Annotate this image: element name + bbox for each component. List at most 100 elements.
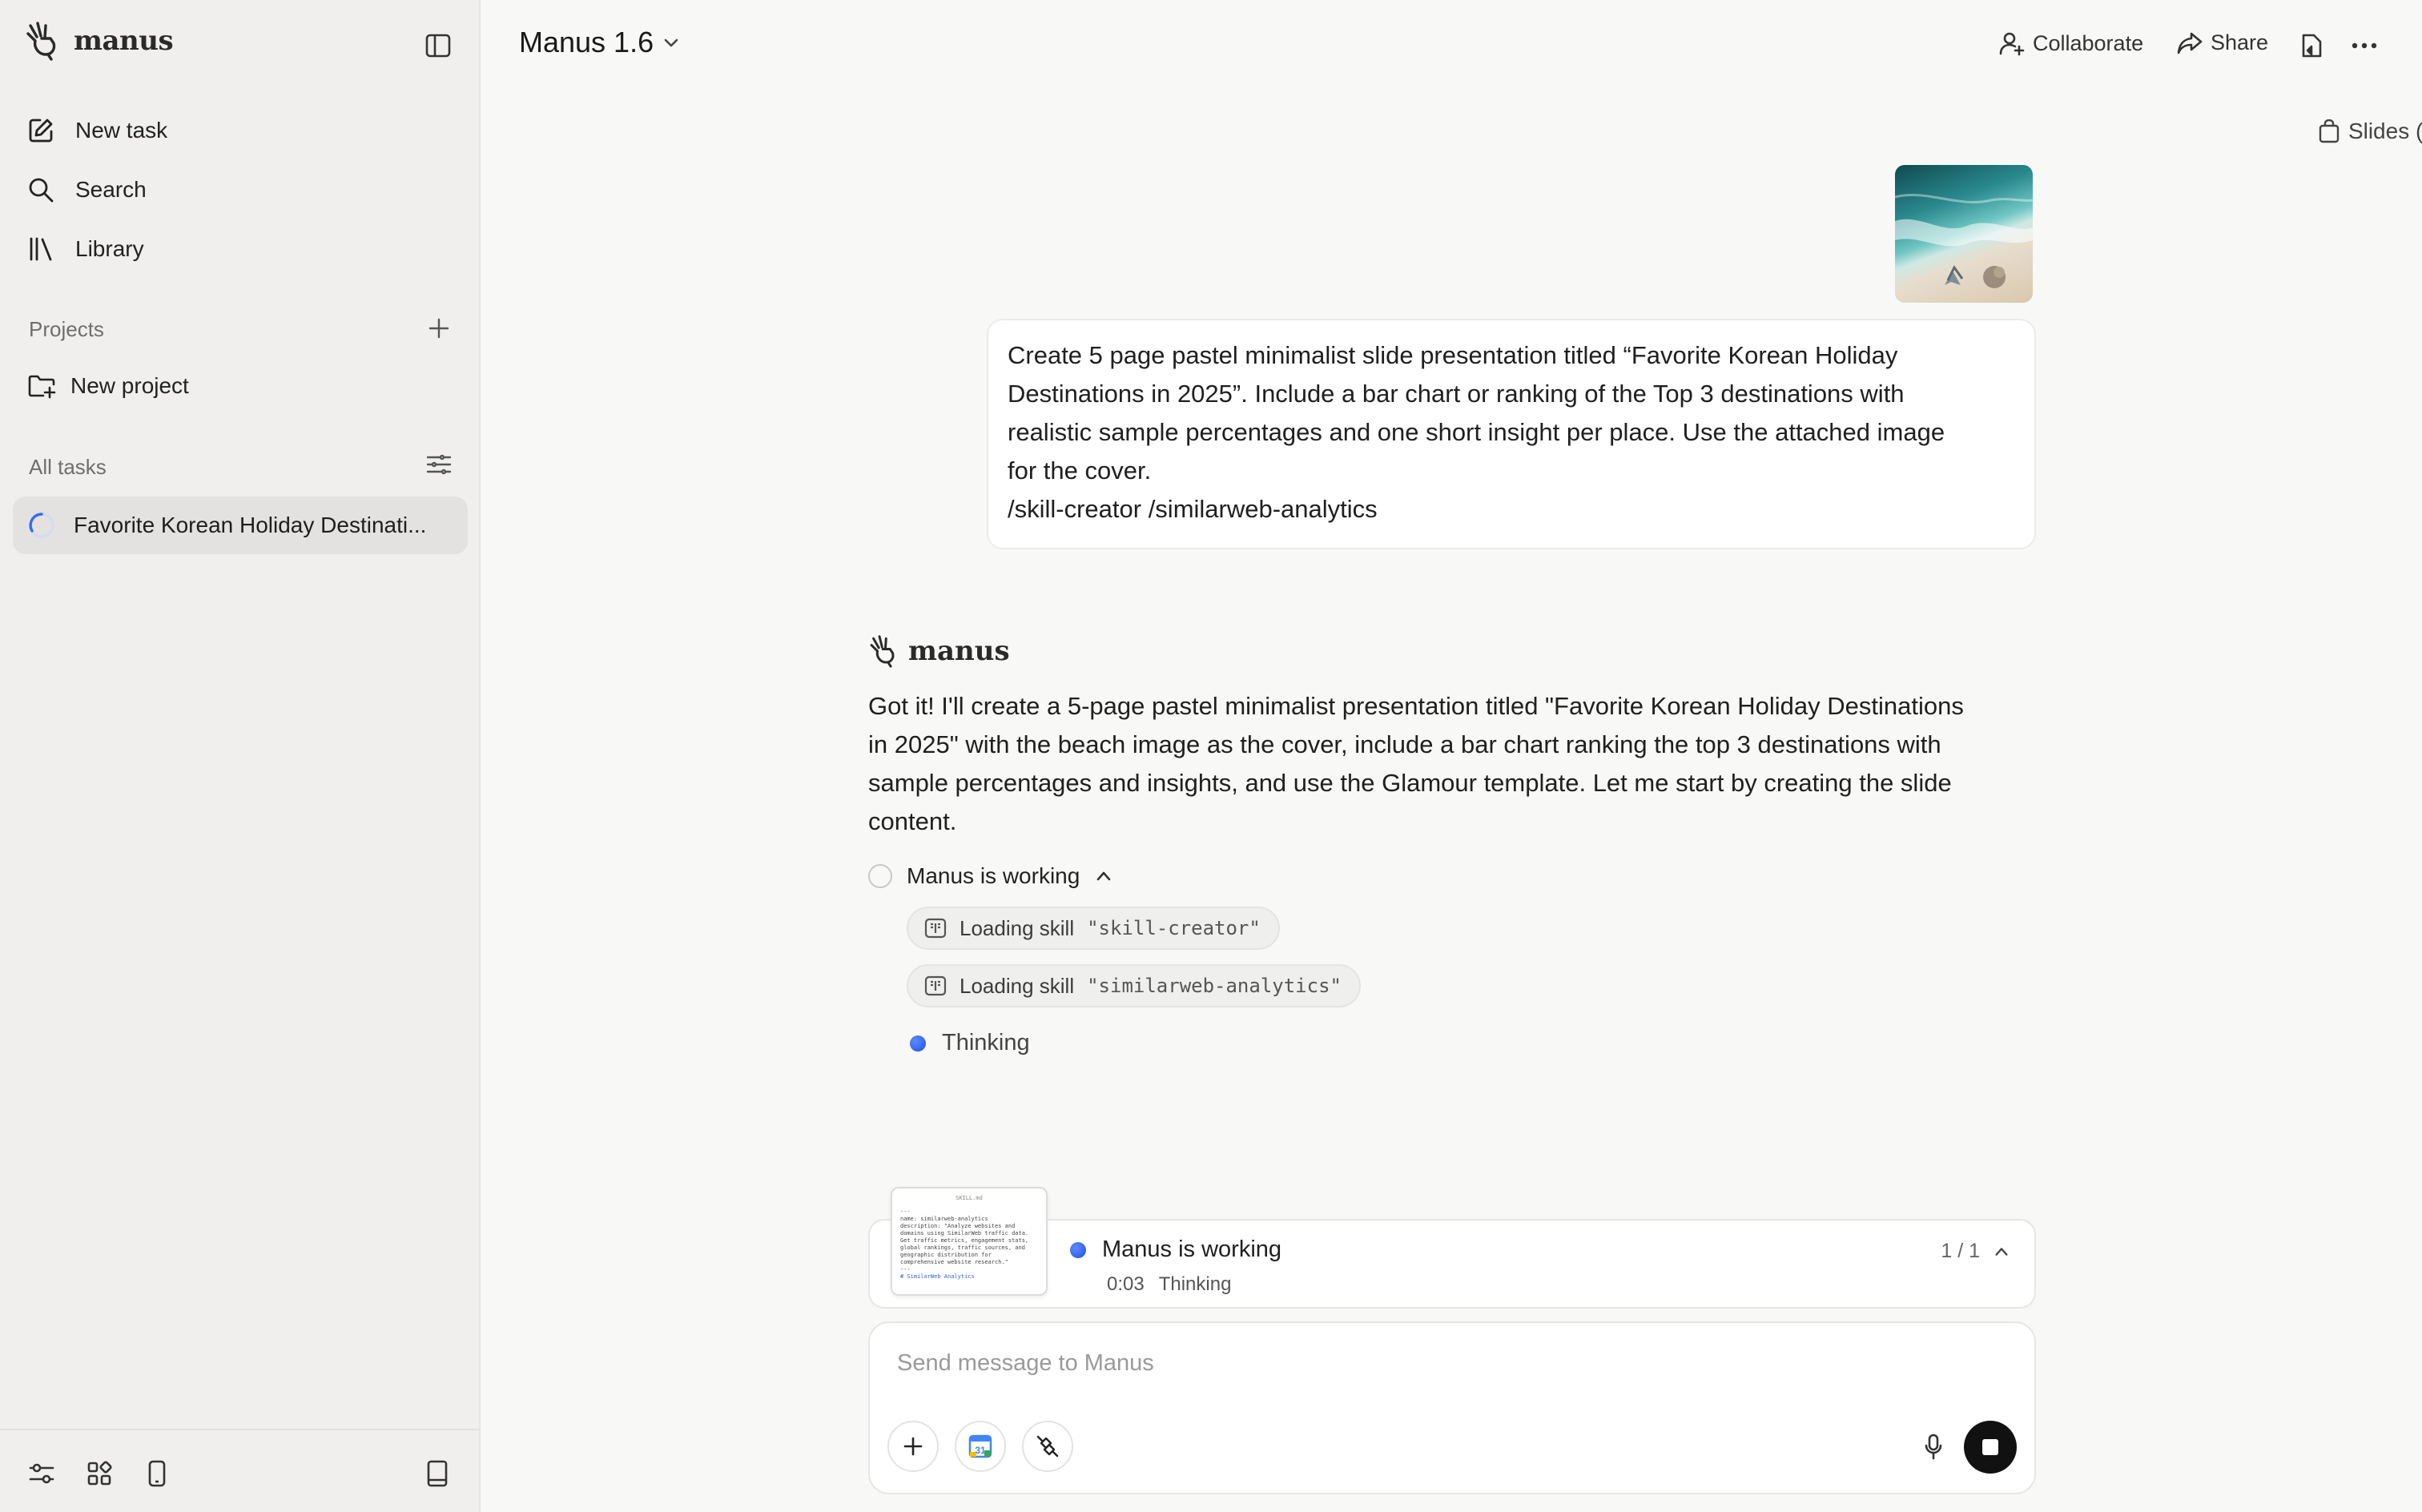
progress-circle-icon <box>868 864 892 888</box>
assistant-name: manus <box>908 635 1010 667</box>
connectors-button[interactable] <box>1022 1421 1073 1472</box>
thinking-label: Thinking <box>942 1030 1030 1056</box>
preview-line: --- <box>900 1266 911 1273</box>
nav-new-task[interactable]: New task <box>27 117 167 144</box>
manus-logo-icon <box>868 634 899 668</box>
manus-logo-icon <box>24 21 61 61</box>
add-project-icon[interactable] <box>424 314 453 343</box>
working-toggle[interactable]: Manus is working <box>868 863 1113 889</box>
skill-chip[interactable]: Loading skill "similarweb-analytics" <box>907 964 1361 1007</box>
template-chip: Slides (Glamour) <box>1831 119 2422 144</box>
toggle-sidebar-icon[interactable] <box>421 30 455 61</box>
book-icon[interactable] <box>421 1458 453 1490</box>
assistant-message-line: in 2025" with the beach image as the cov… <box>868 730 1941 758</box>
skill-chip[interactable]: Loading skill "skill-creator" <box>907 907 1280 950</box>
file-switch-icon[interactable] <box>2295 30 2327 61</box>
book-open-icon <box>924 918 947 939</box>
projects-label: Projects <box>29 317 104 341</box>
share-label: Share <box>2211 30 2269 54</box>
skill-file-preview[interactable]: SKILL.md --- name: similarweb-analytics … <box>891 1187 1048 1296</box>
nav-library-label: Library <box>75 236 144 261</box>
folder-plus-icon <box>27 373 56 399</box>
preview-line: description: "Analyze websites and <box>900 1223 1016 1229</box>
new-project-button[interactable]: New project <box>27 373 189 399</box>
chevron-up-icon <box>1094 867 1113 885</box>
preview-line: geographic distribution for <box>900 1252 992 1258</box>
brand-name: manus <box>74 25 174 57</box>
elapsed-time: 0:03 <box>1107 1273 1145 1295</box>
user-plus-icon <box>1999 30 2025 56</box>
chevron-up-icon <box>1993 1244 2010 1260</box>
skill-chip-name: "similarweb-analytics" <box>1087 975 1342 997</box>
model-selector[interactable]: Manus 1.6 <box>519 26 681 59</box>
microphone-icon[interactable] <box>1916 1427 1951 1467</box>
nav-search-label: Search <box>75 177 147 202</box>
preview-line: domains using SimilarWeb traffic data. <box>900 1230 1029 1237</box>
nav-search[interactable]: Search <box>27 176 147 203</box>
book-open-icon <box>924 975 947 996</box>
user-message-line: for the cover. <box>1008 456 1152 485</box>
skill-chip-prefix: Loading skill <box>960 973 1075 998</box>
share-button[interactable]: Share <box>2177 30 2268 55</box>
status-main: Manus is working <box>1070 1237 1281 1263</box>
plus-icon <box>903 1437 923 1456</box>
preview-line: comprehensive website research." <box>900 1259 1008 1265</box>
preview-line: --- <box>900 1208 911 1215</box>
user-message-line: Destinations in 2025”. Include a bar cha… <box>1008 380 1905 408</box>
more-options-icon[interactable] <box>2347 30 2382 61</box>
attached-beach-image[interactable] <box>1895 165 2033 303</box>
preview-line: Get traffic metrics, engagement stats, <box>900 1237 1029 1244</box>
task-status-card[interactable]: SKILL.md --- name: similarweb-analytics … <box>868 1187 2036 1309</box>
user-message-line: /skill-creator /similarweb-analytics <box>1008 495 1378 523</box>
slides-bag-icon <box>2318 119 2340 143</box>
new-project-label: New project <box>70 373 189 398</box>
brand[interactable]: manus <box>24 21 174 61</box>
add-attachment-button[interactable] <box>887 1421 939 1472</box>
preview-line: global rankings, traffic sources, and <box>900 1245 1025 1251</box>
skill-chip-name: "skill-creator" <box>1087 917 1261 939</box>
loading-spinner-icon <box>27 511 56 540</box>
pager-label: 1 / 1 <box>1941 1240 1980 1262</box>
library-icon <box>27 235 54 263</box>
user-message-line: Create 5 page pastel minimalist slide pr… <box>1008 341 1898 369</box>
assistant-message: Got it! I'll create a 5-page pastel mini… <box>868 687 2046 841</box>
status-dot-icon <box>1070 1241 1086 1258</box>
assistant-header: manus <box>868 634 1010 668</box>
search-icon <box>27 176 54 203</box>
nav-new-task-label: New task <box>75 118 168 143</box>
calendar-connector-button[interactable]: 31 <box>955 1421 1006 1472</box>
preview-line: name: similarweb-analytics <box>900 1216 988 1222</box>
assistant-message-line: Got it! I'll create a 5-page pastel mini… <box>868 692 1964 720</box>
stop-icon <box>1982 1439 1998 1455</box>
task-title: Favorite Korean Holiday Destinati... <box>74 513 427 537</box>
skill-chip-prefix: Loading skill <box>960 915 1075 940</box>
apps-grid-icon[interactable] <box>83 1458 115 1490</box>
user-message-bubble: Create 5 page pastel minimalist slide pr… <box>987 319 2036 549</box>
task-item[interactable]: Favorite Korean Holiday Destinati... <box>13 497 468 554</box>
chevron-down-icon <box>662 33 681 52</box>
assistant-message-line: sample percentages and insights, and use… <box>868 769 1952 797</box>
preview-title: SKILL.md <box>956 1195 983 1201</box>
status-phase: Thinking <box>1158 1273 1232 1295</box>
status-dot-icon <box>910 1035 926 1052</box>
message-composer: Send message to Manus 31 <box>868 1321 2036 1494</box>
edit-icon <box>27 117 54 144</box>
status-pager[interactable]: 1 / 1 <box>1941 1240 2010 1263</box>
share-icon <box>2177 31 2203 55</box>
nav-library[interactable]: Library <box>27 235 144 263</box>
preview-line: # SimilarWeb Analytics <box>900 1273 975 1280</box>
thinking-indicator: Thinking <box>910 1030 1030 1056</box>
collaborate-button[interactable]: Collaborate <box>1999 30 2143 56</box>
all-tasks-label: All tasks <box>29 455 107 479</box>
message-input[interactable]: Send message to Manus <box>897 1350 1154 1377</box>
plug-icon <box>1036 1435 1059 1458</box>
stop-button[interactable] <box>1964 1421 2017 1474</box>
assistant-message-line: content. <box>868 807 957 835</box>
user-message-line: realistic sample percentages and one sho… <box>1008 418 1945 446</box>
settings-sliders-icon[interactable] <box>26 1458 58 1490</box>
svg-text:31: 31 <box>975 1445 986 1456</box>
collaborate-label: Collaborate <box>2033 30 2144 55</box>
filter-tasks-icon[interactable] <box>423 450 455 479</box>
model-name: Manus 1.6 <box>519 26 654 58</box>
mobile-device-icon[interactable] <box>141 1458 173 1490</box>
